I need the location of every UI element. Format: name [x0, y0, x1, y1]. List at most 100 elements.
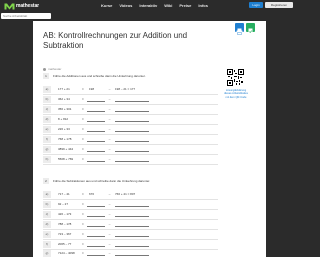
table-row: e) 723 – 367 = → [43, 231, 218, 240]
row-divider [43, 94, 218, 95]
check-blank[interactable] [115, 101, 149, 102]
row-expression: 226 + 33 [58, 127, 70, 131]
row-arrow: → [108, 97, 111, 101]
table-row: h) 5508 + 769 = → [43, 156, 218, 165]
table-row: f) 768 + 178 = → [43, 136, 218, 145]
row-divider [43, 164, 218, 165]
answer-blank[interactable] [87, 206, 105, 207]
nav-item-kurse[interactable]: Kurse [101, 2, 112, 9]
check-blank[interactable] [115, 151, 149, 152]
answer-blank[interactable] [87, 151, 105, 152]
row-expression: 8 + 812 [58, 117, 69, 121]
row-letter: d) [43, 221, 51, 228]
row-check: 198 – 21 = 177 [115, 87, 136, 91]
site-logo[interactable]: mathestar [4, 1, 39, 10]
task-number: 2 [43, 178, 49, 184]
table-row: a) 177 + 21 = 198 → 198 – 21 = 177 [43, 86, 218, 95]
task-instruction: Führe die Additionen aus und schreibe da… [53, 74, 146, 78]
answer-blank[interactable] [87, 216, 105, 217]
row-equals: = [82, 251, 84, 255]
answer-blank[interactable] [87, 236, 105, 237]
row-divider [43, 144, 218, 145]
nav-item-interaktiv[interactable]: Interaktiv [139, 2, 157, 9]
qr-caption[interactable]: Lösung/Erklärung dieses Arbeitsblattes m… [223, 89, 249, 99]
check-blank[interactable] [115, 236, 149, 237]
row-expression: 7124 – 4098 [58, 251, 75, 255]
qr-code-icon[interactable] [227, 69, 244, 86]
row-letter: b) [43, 96, 51, 103]
table-row: b) 92 – 27 = → [43, 201, 218, 210]
row-divider [43, 104, 218, 105]
answer-blank[interactable] [87, 246, 105, 247]
table-row: d) 788 – 178 = → [43, 221, 218, 230]
row-arrow: → [108, 157, 111, 161]
row-arrow: → [108, 202, 111, 206]
answer-blank[interactable] [87, 161, 105, 162]
check-blank[interactable] [115, 131, 149, 132]
answer-blank[interactable] [87, 111, 105, 112]
row-expression: 768 + 178 [58, 137, 72, 141]
row-letter: b) [43, 201, 51, 208]
table-row: a) 717 – 41 = 676 → 766 + 41 = 807 [43, 191, 218, 200]
author-avatar-icon [43, 67, 46, 71]
register-button[interactable]: Registrieren [265, 2, 293, 8]
answer-blank[interactable] [87, 141, 105, 142]
row-expression: 92 – 27 [58, 202, 69, 206]
row-expression: 2065 – 77 [58, 242, 72, 246]
row-arrow: → [108, 192, 111, 196]
solution-icon [248, 28, 253, 35]
nav-item-infos[interactable]: Infos [198, 2, 208, 9]
row-arrow: → [108, 107, 111, 111]
row-equals: = [82, 192, 84, 196]
row-letter: f) [43, 241, 51, 248]
check-blank[interactable] [115, 161, 149, 162]
row-arrow: → [108, 242, 111, 246]
table-row: c) 356 + 301 = → [43, 106, 218, 115]
row-expression: 723 – 367 [58, 232, 72, 236]
answer-blank[interactable] [87, 226, 105, 227]
answer-blank[interactable] [87, 255, 105, 256]
answer-blank[interactable] [87, 101, 105, 102]
row-arrow: → [108, 117, 111, 121]
author-line: mathestar [43, 67, 61, 71]
task-instruction: Führe die Subtraktionen aus und schreibe… [53, 179, 151, 183]
row-equals: = [82, 137, 84, 141]
nav-item-wiki[interactable]: Wiki [164, 2, 172, 9]
check-blank[interactable] [115, 216, 149, 217]
row-letter: a) [43, 86, 51, 93]
row-expression: 356 + 301 [58, 107, 72, 111]
table-row: c) 426 – 173 = → [43, 211, 218, 220]
check-blank[interactable] [115, 255, 149, 256]
row-equals: = [82, 242, 84, 246]
nav-item-videos[interactable]: Videos [119, 2, 132, 9]
row-divider [43, 154, 218, 155]
page-title: AB: Kontrollrechnungen zur Addition und … [43, 31, 188, 50]
main-nav: Kurse Videos Interaktiv Wiki Preise Info… [101, 2, 215, 9]
answer-blank[interactable] [87, 131, 105, 132]
check-blank[interactable] [115, 246, 149, 247]
nav-item-preise[interactable]: Preise [179, 2, 191, 9]
row-equals: = [82, 107, 84, 111]
solution-button[interactable] [246, 23, 255, 35]
login-button[interactable]: Login [249, 2, 263, 8]
row-divider [43, 199, 218, 200]
check-blank[interactable] [115, 111, 149, 112]
row-letter: c) [43, 106, 51, 113]
check-blank[interactable] [115, 226, 149, 227]
brand-name: mathestar [16, 2, 39, 9]
row-check: 766 + 41 = 807 [115, 192, 136, 196]
row-equals: = [82, 202, 84, 206]
row-divider [43, 134, 218, 135]
answer-blank[interactable] [87, 121, 105, 122]
row-arrow: → [108, 222, 111, 226]
check-blank[interactable] [115, 121, 149, 122]
search-input[interactable]: Suche Arbeitsblatt [1, 13, 51, 19]
check-blank[interactable] [115, 206, 149, 207]
row-letter: f) [43, 136, 51, 143]
row-equals: = [82, 127, 84, 131]
row-divider [43, 209, 218, 210]
table-row: f) 2065 – 77 = → [43, 241, 218, 250]
row-expression: 717 – 41 [58, 192, 70, 196]
check-blank[interactable] [115, 141, 149, 142]
print-button[interactable] [235, 23, 244, 35]
